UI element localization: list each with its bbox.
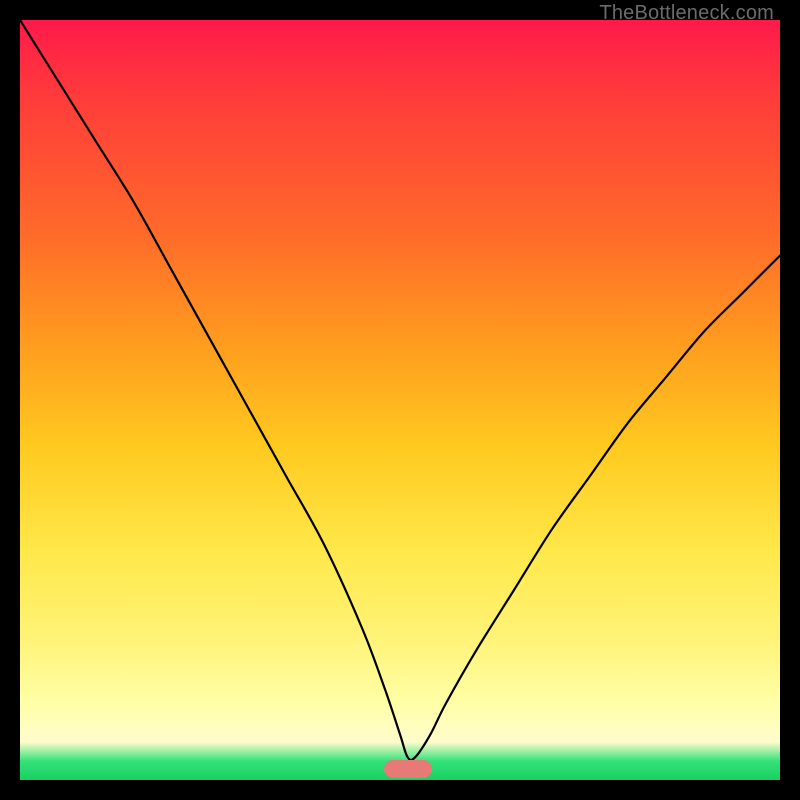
plot-area — [20, 20, 780, 780]
optimum-marker — [384, 760, 432, 778]
heat-gradient-background — [20, 20, 780, 780]
chart-frame — [20, 20, 780, 780]
